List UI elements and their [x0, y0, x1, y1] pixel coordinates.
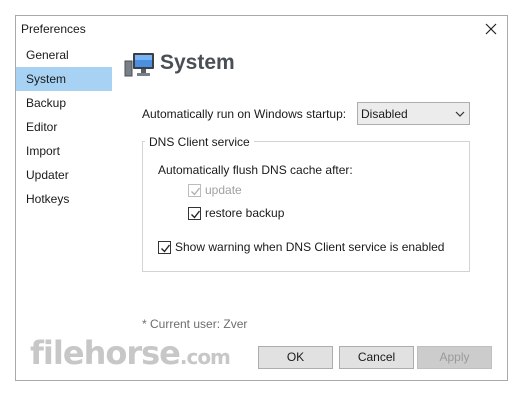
- restore-backup-label: restore backup: [205, 206, 285, 220]
- startup-select-value: Disabled: [361, 107, 408, 121]
- check-icon: [191, 210, 201, 219]
- sidebar: General System Backup Editor Import Upda…: [16, 43, 112, 211]
- startup-label: Automatically run on Windows startup:: [142, 107, 347, 121]
- check-icon: [161, 244, 171, 253]
- current-user-text: * Current user: Zver: [142, 317, 248, 331]
- sidebar-item-import[interactable]: Import: [16, 139, 112, 163]
- close-button[interactable]: [483, 21, 499, 37]
- check-icon: [191, 187, 201, 196]
- cancel-button[interactable]: Cancel: [339, 346, 414, 369]
- update-label: update: [205, 183, 242, 197]
- page-title: System: [160, 51, 235, 74]
- show-warning-label: Show warning when DNS Client service is …: [175, 240, 445, 254]
- window-title: Preferences: [21, 22, 86, 36]
- chevron-down-icon: [455, 108, 465, 118]
- close-icon: [485, 23, 497, 35]
- update-checkbox[interactable]: [188, 183, 201, 197]
- sidebar-item-editor[interactable]: Editor: [16, 115, 112, 139]
- show-warning-row: Show warning when DNS Client service is …: [158, 239, 444, 255]
- watermark-logo: filehorse.com: [30, 334, 231, 372]
- restore-backup-checkbox[interactable]: [188, 206, 201, 220]
- restore-backup-row: restore backup: [188, 205, 284, 221]
- flush-dns-label: Automatically flush DNS cache after:: [158, 163, 353, 177]
- dns-group-legend: DNS Client service: [145, 135, 254, 149]
- sidebar-item-updater[interactable]: Updater: [16, 163, 112, 187]
- computer-monitor-icon: [124, 51, 156, 79]
- preferences-window: Preferences General System Backup Editor…: [15, 15, 508, 381]
- title-bar: Preferences: [16, 16, 507, 44]
- show-warning-checkbox[interactable]: [158, 240, 171, 254]
- sidebar-item-hotkeys[interactable]: Hotkeys: [16, 187, 112, 211]
- sidebar-item-backup[interactable]: Backup: [16, 91, 112, 115]
- update-checkbox-row: update: [188, 182, 242, 198]
- ok-button[interactable]: OK: [258, 346, 333, 369]
- sidebar-item-general[interactable]: General: [16, 43, 112, 67]
- sidebar-item-system[interactable]: System: [16, 67, 112, 91]
- startup-select[interactable]: Disabled: [357, 102, 470, 125]
- apply-button[interactable]: Apply: [417, 346, 492, 369]
